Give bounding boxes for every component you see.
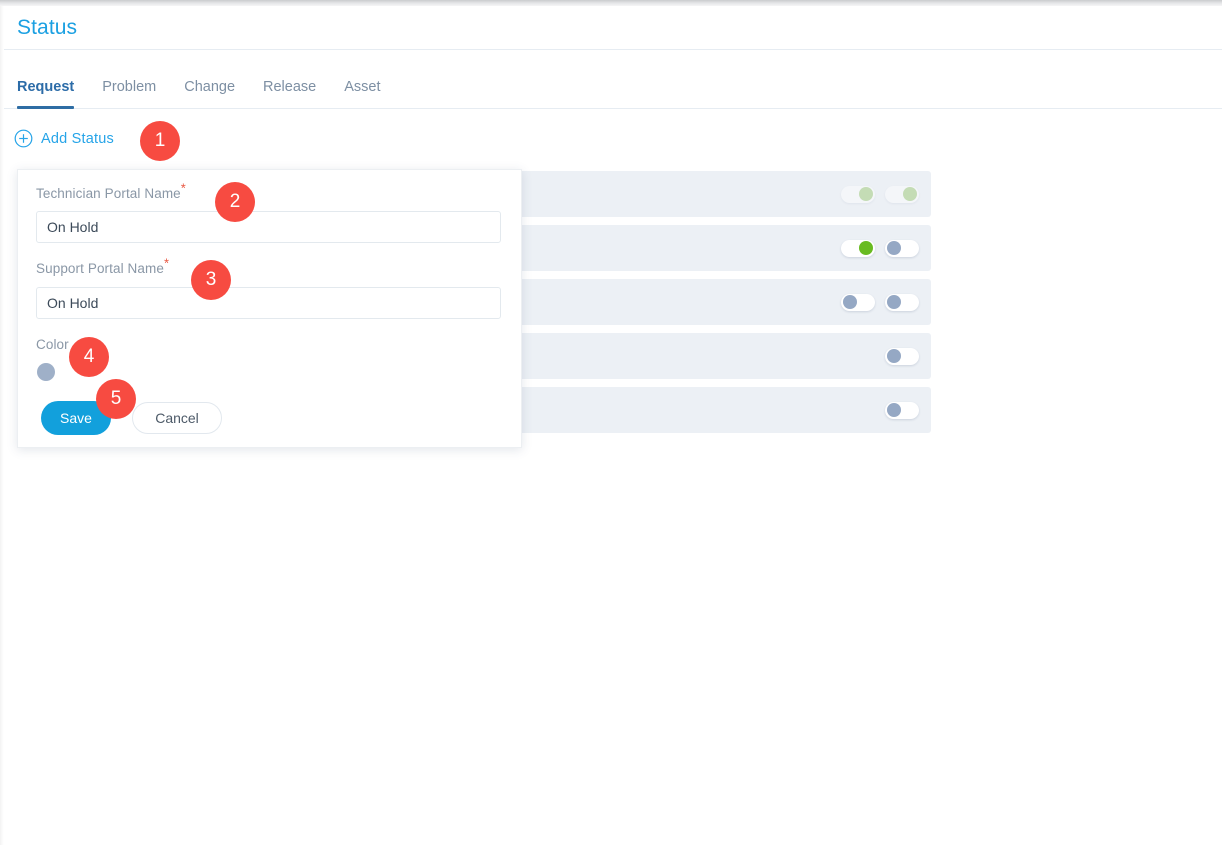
status-edit-panel: Technician Portal Name* Support Portal N… [17,169,522,448]
row-toggle-secondary[interactable] [885,239,919,257]
color-swatch-picker[interactable] [37,363,55,381]
support-portal-name-label-text: Support Portal Name [36,261,164,276]
row-toggle-secondary[interactable] [885,185,919,203]
tab-label: Change [184,79,236,95]
color-label: Color [36,337,69,352]
page-header: Status [4,6,1222,50]
row-toggle-secondary[interactable] [885,401,919,419]
technician-portal-name-label-text: Technician Portal Name [36,186,181,201]
tab-release[interactable]: Release [263,79,316,108]
window-left-edge [0,6,4,845]
technician-portal-name-input[interactable] [36,211,501,243]
row-toggle-group [841,333,919,379]
toggle-knob [859,187,873,201]
row-toggle-group [841,171,919,217]
tab-problem[interactable]: Problem [102,79,156,108]
row-toggle-secondary[interactable] [885,347,919,365]
technician-portal-name-label: Technician Portal Name* [36,182,186,202]
tab-change[interactable]: Change [184,79,235,108]
tab-label: Release [263,79,317,95]
toggle-knob [887,403,901,417]
annotation-badge-4: 4 [69,337,109,377]
add-status-label: Add Status [41,130,114,147]
annotation-badge-2: 2 [215,182,255,222]
annotation-badge-5: 5 [96,379,136,419]
page-title: Status [17,15,78,39]
toggle-knob [859,241,873,255]
toggle-knob [903,187,917,201]
toggle-knob [887,241,901,255]
tab-bar: Request Problem Change Release Asset [4,51,1222,109]
tab-label: Request [17,79,75,95]
row-toggle-primary[interactable] [841,185,875,203]
required-asterisk: * [180,180,186,196]
toggle-knob [843,295,857,309]
row-toggle-group [841,387,919,433]
toggle-knob [887,349,901,363]
add-status-button[interactable]: Add Status [14,129,114,148]
tab-label: Problem [102,79,157,95]
support-portal-name-label: Support Portal Name* [36,257,169,277]
row-toggle-primary[interactable] [841,293,875,311]
row-toggle-group [841,279,919,325]
required-asterisk: * [163,255,170,271]
cancel-button[interactable]: Cancel [132,402,222,434]
tab-asset[interactable]: Asset [344,79,380,108]
row-toggle-group [841,225,919,271]
row-toggle-primary[interactable] [841,239,875,257]
tab-request[interactable]: Request [17,79,75,109]
row-toggle-secondary[interactable] [885,293,919,311]
circle-plus-icon [14,129,33,148]
tab-label: Asset [344,79,381,95]
toggle-knob [887,295,901,309]
support-portal-name-input[interactable] [36,287,501,319]
annotation-badge-3: 3 [191,260,231,300]
annotation-badge-1: 1 [140,121,180,161]
